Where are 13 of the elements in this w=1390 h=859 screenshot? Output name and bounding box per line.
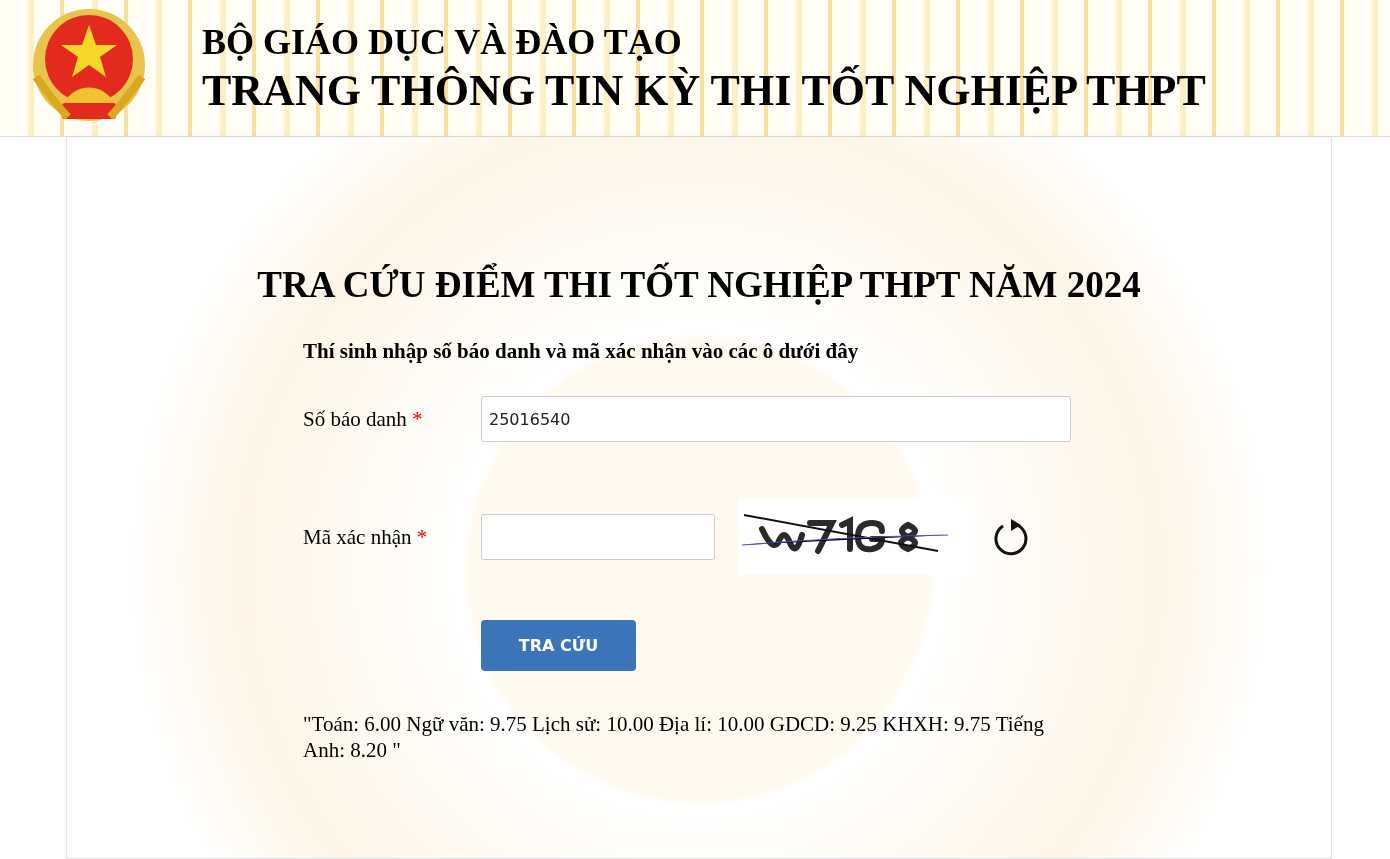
instruction-text: Thí sinh nhập số báo danh và mã xác nhận vào các ô dưới đây: [303, 339, 860, 364]
required-mark: *: [412, 406, 423, 431]
candidate-number-field[interactable]: 25016540: [481, 396, 1071, 442]
site-title: TRANG THÔNG TIN KỲ THI TỐT NGHIỆP THPT: [202, 64, 1206, 116]
field-label: Số báo danh: [303, 406, 407, 431]
search-button[interactable]: TRA CỨU: [481, 620, 636, 671]
field-label: Mã xác nhận: [303, 524, 412, 549]
score-result-text: "Toán: 6.00 Ngữ văn: 9.75 Lịch sử: 10.00 Địa lí: 10.00 GDCD: 9.25 KHXH: 9.75 Tiếng Anh: 8.20 ": [303, 711, 1045, 764]
ministry-name: BỘ GIÁO DỤC VÀ ĐÀO TẠO: [202, 20, 683, 63]
page-heading: TRA CỨU ĐIỂM THI TỐT NGHIỆP THPT NĂM 2024: [256, 261, 1142, 306]
captcha-field[interactable]: [481, 514, 715, 560]
refresh-icon[interactable]: [991, 517, 1029, 557]
required-mark: *: [416, 524, 428, 549]
